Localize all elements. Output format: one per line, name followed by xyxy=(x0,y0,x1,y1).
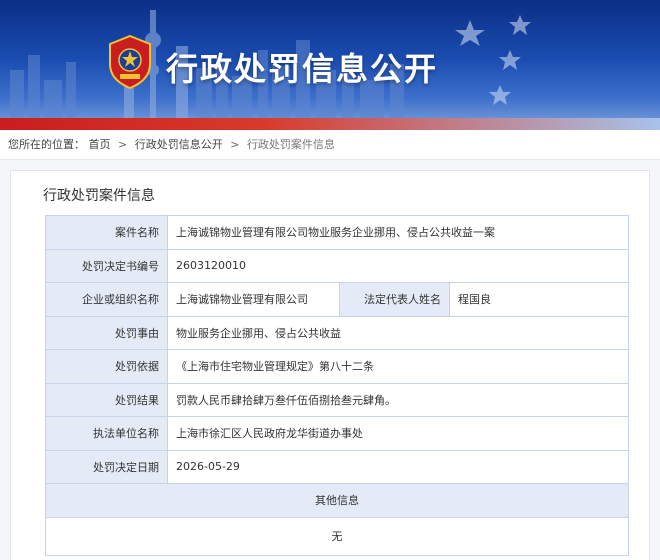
table-row: 企业或组织名称 上海诚锦物业管理有限公司 法定代表人姓名 程国良 xyxy=(45,282,629,317)
red-ribbon-stripe xyxy=(0,118,660,130)
organization-name-value: 上海诚锦物业管理有限公司 xyxy=(167,282,340,317)
breadcrumb-home-link[interactable]: 首页 xyxy=(89,138,111,151)
legal-representative-value: 程国良 xyxy=(449,282,629,317)
table-row: 处罚决定日期 2026-05-29 xyxy=(45,449,629,484)
penalty-reason-value: 物业服务企业挪用、侵占公共收益 xyxy=(167,315,629,350)
penalty-result-label: 处罚结果 xyxy=(45,382,168,417)
decision-number-value: 2603120010 xyxy=(167,248,629,283)
panel-title: 行政处罚案件信息 xyxy=(43,188,155,204)
penalty-basis-label: 处罚依据 xyxy=(45,349,168,384)
header-banner: 行政处罚信息公开 xyxy=(0,0,660,130)
penalty-reason-label: 处罚事由 xyxy=(45,315,168,350)
table-row: 处罚结果 罚款人民币肆拾肆万叁仟伍佰捌拾叁元肆角。 xyxy=(45,382,629,417)
table-row: 处罚决定书编号 2603120010 xyxy=(45,248,629,283)
table-row: 其他信息 xyxy=(45,483,629,518)
breadcrumb-separator: > xyxy=(118,138,128,151)
case-name-value: 上海诚锦物业管理有限公司物业服务企业挪用、侵占公共收益一案 xyxy=(167,215,629,250)
enforcement-unit-label: 执法单位名称 xyxy=(45,416,168,451)
case-info-table: 案件名称 上海诚锦物业管理有限公司物业服务企业挪用、侵占公共收益一案 处罚决定书… xyxy=(45,215,629,556)
decision-number-label: 处罚决定书编号 xyxy=(45,248,168,283)
enforcement-unit-value: 上海市徐汇区人民政府龙华街道办事处 xyxy=(167,416,629,451)
decision-date-value: 2026-05-29 xyxy=(167,449,629,484)
police-emblem-icon xyxy=(109,34,151,90)
breadcrumb: 您所在的位置： 首页 > 行政处罚信息公开 > 行政处罚案件信息 xyxy=(0,130,660,160)
case-name-label: 案件名称 xyxy=(45,215,168,250)
table-row: 处罚事由 物业服务企业挪用、侵占公共收益 xyxy=(45,315,629,350)
breadcrumb-separator: > xyxy=(230,138,240,151)
organization-name-label: 企业或组织名称 xyxy=(45,282,168,317)
banner-title: 行政处罚信息公开 xyxy=(166,50,439,88)
other-info-value: 无 xyxy=(45,516,629,556)
other-info-heading: 其他信息 xyxy=(45,483,629,518)
table-row: 处罚依据 《上海市住宅物业管理规定》第八十二条 xyxy=(45,349,629,384)
penalty-basis-value: 《上海市住宅物业管理规定》第八十二条 xyxy=(167,349,629,384)
table-row: 无 xyxy=(45,516,629,556)
breadcrumb-penalty-disclosure-link[interactable]: 行政处罚信息公开 xyxy=(135,138,223,151)
case-info-panel: 行政处罚案件信息 案件名称 上海诚锦物业管理有限公司物业服务企业挪用、侵占公共收… xyxy=(10,170,650,560)
legal-representative-label: 法定代表人姓名 xyxy=(339,282,450,317)
table-row: 案件名称 上海诚锦物业管理有限公司物业服务企业挪用、侵占公共收益一案 xyxy=(45,215,629,250)
penalty-result-value: 罚款人民币肆拾肆万叁仟伍佰捌拾叁元肆角。 xyxy=(167,382,629,417)
breadcrumb-current: 行政处罚案件信息 xyxy=(246,138,335,151)
breadcrumb-prefix: 您所在的位置： xyxy=(8,138,85,151)
decision-date-label: 处罚决定日期 xyxy=(45,449,168,484)
table-row: 执法单位名称 上海市徐汇区人民政府龙华街道办事处 xyxy=(45,416,629,451)
